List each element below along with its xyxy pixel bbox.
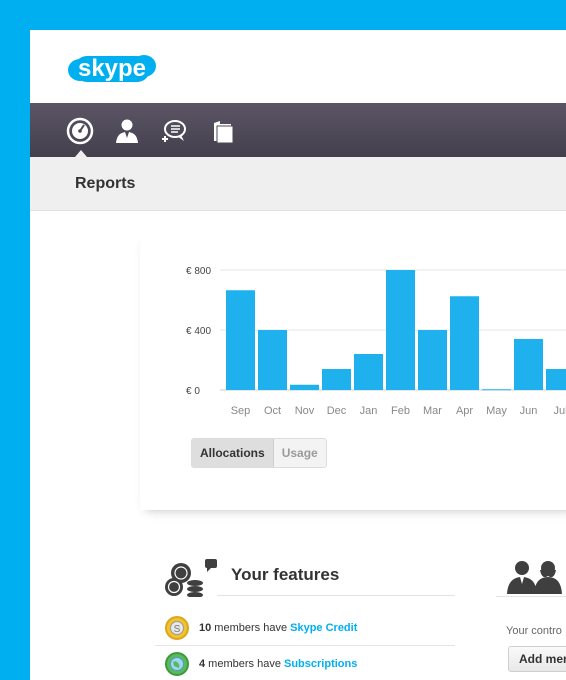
bar-jun[interactable] xyxy=(514,339,543,390)
svg-text:S: S xyxy=(174,624,181,635)
x-tick-label: Mar xyxy=(423,405,442,417)
bar-dec[interactable] xyxy=(322,369,351,390)
usage-tab[interactable]: Usage xyxy=(273,439,326,467)
page-title: Reports xyxy=(75,175,136,192)
add-member-button[interactable]: Add mem xyxy=(508,646,566,672)
x-tick-label: May xyxy=(486,405,507,417)
x-tick-label: Jan xyxy=(360,405,378,417)
gauge-icon xyxy=(66,117,94,145)
chart-view-toggle: Allocations Usage xyxy=(191,438,327,468)
page-header: Reports xyxy=(30,157,566,211)
chat-add-icon xyxy=(162,120,186,142)
features-title: Your features xyxy=(231,565,340,584)
y-tick-label: € 0 xyxy=(186,386,200,397)
x-tick-label: Jun xyxy=(520,405,538,417)
feature-row-subscriptions: 4 members have Subscriptions xyxy=(155,646,455,680)
credit-member-count: 10 xyxy=(199,622,212,634)
allocations-tab[interactable]: Allocations xyxy=(192,439,274,467)
bar-jul[interactable] xyxy=(546,369,566,390)
nav-dashboard[interactable] xyxy=(65,116,95,146)
bar-apr[interactable] xyxy=(450,296,479,390)
globe-icon xyxy=(165,652,189,676)
person-icon xyxy=(116,119,138,143)
x-tick-label: Apr xyxy=(456,405,473,417)
x-tick-label: Nov xyxy=(295,405,315,417)
feature-row-credit: S 10 members have Skype Credit xyxy=(155,610,455,646)
bar-oct[interactable] xyxy=(258,330,287,390)
nav-chat[interactable] xyxy=(158,116,188,146)
allocations-bar-chart: € 0 € 400 € 800 Sep Oct Nov Dec Jan Feb Mar Apr May… xyxy=(186,266,566,417)
credit-coin-icon: S xyxy=(165,616,189,640)
y-tick-label: € 400 xyxy=(186,326,211,337)
credit-caption: members have xyxy=(211,622,291,634)
x-tick-label: Oct xyxy=(264,405,281,417)
app-frame: skype Reports € 0 € 400 € 800 Sep Oct No… xyxy=(30,30,566,680)
active-nav-indicator xyxy=(75,150,87,157)
logo-bar: skype xyxy=(30,30,566,103)
x-tick-label: Dec xyxy=(327,405,347,417)
x-tick-label: Sep xyxy=(231,405,251,417)
reports-chart-card: € 0 € 400 € 800 Sep Oct Nov Dec Jan Feb Mar Apr May… xyxy=(140,230,566,510)
skype-credit-link[interactable]: Skype Credit xyxy=(290,622,357,634)
features-divider xyxy=(217,595,455,596)
members-description: Your contro xyxy=(506,625,562,637)
members-section: Your contro Add mem xyxy=(496,558,566,680)
coins-chat-icon xyxy=(165,559,217,597)
bar-jan[interactable] xyxy=(354,354,383,390)
folder-icon xyxy=(214,121,234,144)
bar-feb[interactable] xyxy=(386,270,415,390)
nav-members[interactable] xyxy=(112,116,142,146)
bar-mar[interactable] xyxy=(418,330,447,390)
x-tick-label: Jul xyxy=(553,405,566,417)
subscriptions-caption: members have xyxy=(205,658,284,670)
feature-credit-text: 10 members have Skype Credit xyxy=(199,622,357,634)
bar-may[interactable] xyxy=(482,389,511,391)
bar-sep[interactable] xyxy=(226,290,255,390)
features-section: Your features S 10 members have Skype Cr… xyxy=(155,555,455,680)
y-tick-label: € 800 xyxy=(186,266,211,277)
feature-subscriptions-text: 4 members have Subscriptions xyxy=(199,658,357,670)
members-divider xyxy=(496,596,566,597)
main-navbar xyxy=(30,103,566,157)
skype-logo[interactable]: skype xyxy=(66,48,158,88)
people-icon xyxy=(507,561,562,594)
bar-nov[interactable] xyxy=(290,384,319,390)
nav-documents[interactable] xyxy=(208,116,238,146)
subscriptions-link[interactable]: Subscriptions xyxy=(284,658,357,670)
logo-text: skype xyxy=(78,55,146,82)
x-tick-label: Feb xyxy=(391,405,410,417)
